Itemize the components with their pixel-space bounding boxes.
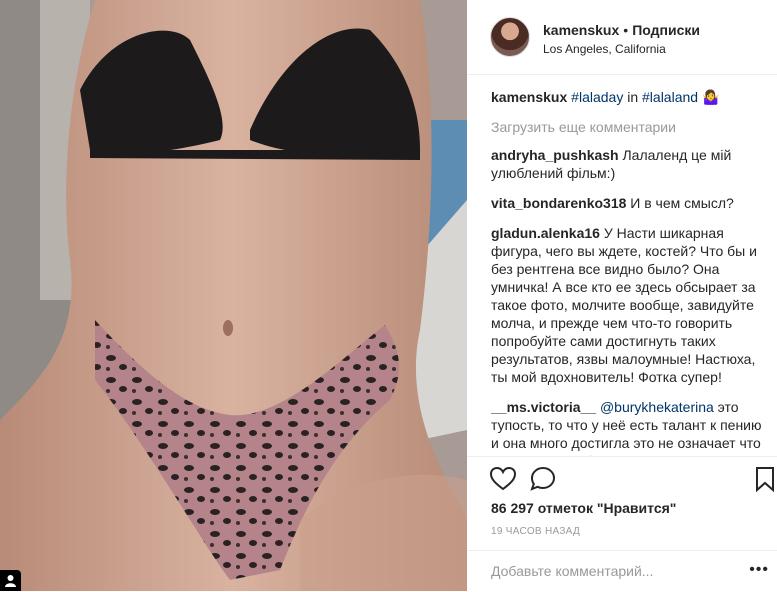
comment: gladun.alenka16 У Насти шикарная фигура,…: [491, 224, 771, 386]
action-bar: [467, 456, 777, 497]
location-link[interactable]: Los Angeles, California: [543, 42, 666, 56]
comment-text: И в чем смысл?: [626, 195, 734, 211]
header-line: kamenskux • Подписки: [543, 22, 700, 38]
comment-icon[interactable]: [529, 465, 557, 493]
caption-username[interactable]: kamenskux: [491, 89, 567, 105]
comment: __ms.victoria__ @burykhekaterina это туп…: [491, 398, 771, 456]
post-header: kamenskux • Подписки Los Angeles, Californ…: [467, 0, 777, 75]
comment: vita_bondarenko318 И в чем смысл?: [491, 194, 771, 212]
post-photo[interactable]: [0, 0, 467, 591]
comment-username[interactable]: andryha_pushkash: [491, 147, 619, 163]
photo-image: [0, 0, 467, 591]
header-separator: •: [623, 22, 629, 38]
comment-text: У Насти шикарная фигура, чего вы ждете, …: [491, 225, 757, 385]
hashtag-link[interactable]: #laladay: [571, 89, 623, 105]
comment: andryha_pushkash Лалаленд це мій улюблен…: [491, 146, 771, 182]
caption: kamenskux #laladay in #lalaland 🤷‍♀️: [491, 88, 771, 106]
comment-username[interactable]: vita_bondarenko318: [491, 195, 626, 211]
comment-username[interactable]: gladun.alenka16: [491, 225, 600, 241]
heart-icon[interactable]: [489, 465, 517, 493]
user-tag-icon[interactable]: [0, 570, 21, 591]
follow-button[interactable]: Подписки: [632, 22, 700, 38]
mention-link[interactable]: @burykhekaterina: [600, 399, 714, 415]
load-more-comments-button[interactable]: Загрузить еще комментарии: [491, 118, 771, 136]
header-username[interactable]: kamenskux: [543, 22, 619, 38]
comment-username[interactable]: __ms.victoria__: [491, 399, 596, 415]
bookmark-icon[interactable]: [751, 465, 777, 493]
caption-emoji: 🤷‍♀️: [701, 89, 720, 105]
likes-count[interactable]: 86 297 отметок "Нравится": [491, 500, 676, 516]
add-comment-input[interactable]: [491, 563, 731, 579]
comments-list: kamenskux #laladay in #lalaland 🤷‍♀️ Заг…: [491, 88, 771, 456]
post-side-panel: kamenskux • Подписки Los Angeles, Californ…: [467, 0, 777, 591]
post-timestamp[interactable]: 19 ЧАСОВ НАЗАД: [491, 526, 580, 537]
hashtag-link[interactable]: #lalaland: [642, 89, 698, 105]
caption-text: in: [623, 89, 643, 105]
more-options-icon[interactable]: •••: [749, 561, 769, 579]
avatar[interactable]: [490, 17, 530, 57]
add-comment-bar: •••: [467, 550, 777, 592]
